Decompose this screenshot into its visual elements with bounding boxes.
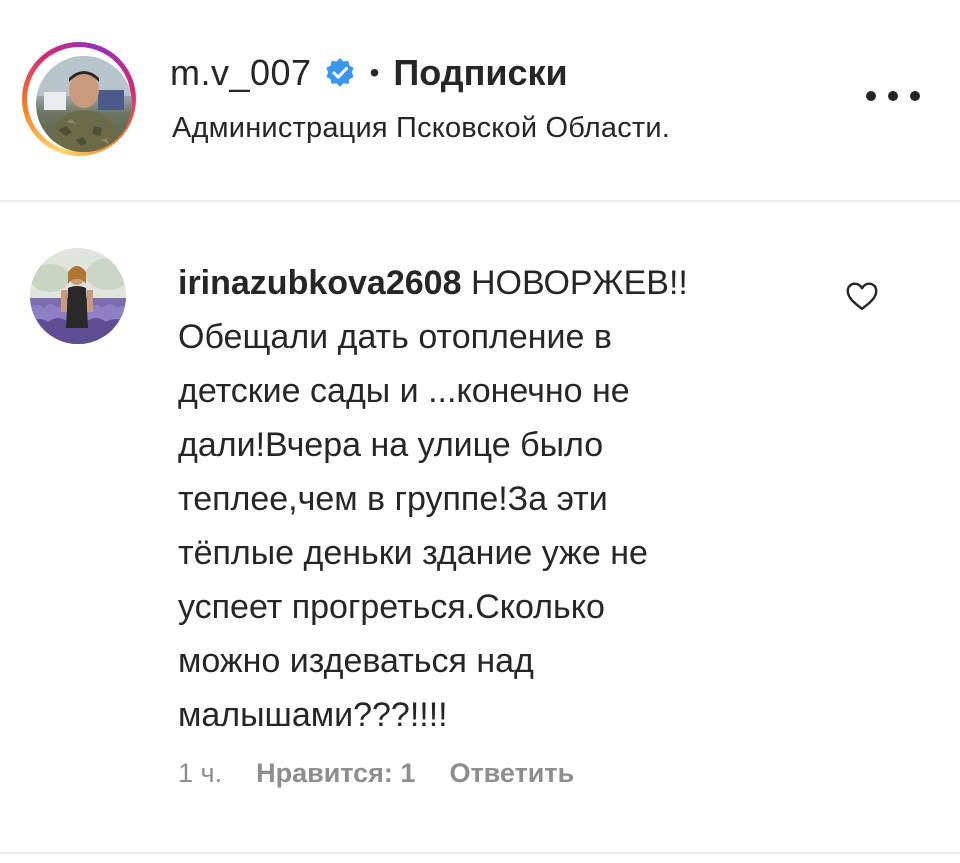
comment-line: тёплые деньки здание уже не <box>178 534 648 572</box>
comment-line: детские сады и ...конечно не <box>178 372 630 410</box>
commenter-avatar[interactable] <box>30 248 126 344</box>
comment-line: НОВОРЖЕВ!! <box>470 264 688 302</box>
story-ring[interactable] <box>22 42 136 156</box>
comment-line: можно издеваться над <box>178 642 534 680</box>
header-separator: • <box>369 57 380 88</box>
commenter-avatar-image <box>30 248 126 344</box>
comment: irinazubkova2608 НОВОРЖЕВ!! Обещали дать… <box>0 202 960 862</box>
comment-line: малышами???!!!! <box>178 696 448 734</box>
author-username[interactable]: m.v_007 <box>170 52 312 94</box>
author-avatar[interactable] <box>36 56 132 152</box>
post-header: m.v_007 • Подписки Администрация Псковск… <box>0 0 960 202</box>
comment-line: успеет прогреться.Сколько <box>178 588 605 626</box>
more-dot <box>866 91 876 101</box>
author-avatar-image <box>36 56 132 152</box>
comment-line: дали!Вчера на улице было <box>178 426 604 464</box>
comment-line: Обещали дать отопление в <box>178 318 612 356</box>
like-comment-heart-icon[interactable] <box>844 278 880 314</box>
header-title-row: m.v_007 • Подписки <box>170 48 568 98</box>
comment-timestamp[interactable]: 1 ч. <box>178 758 222 789</box>
comment-likes-button[interactable]: Нравится: 1 <box>256 758 415 789</box>
comment-meta: 1 ч. Нравится: 1 Ответить <box>178 758 574 789</box>
verified-badge-icon <box>324 57 356 89</box>
more-dot <box>888 91 898 101</box>
reply-button[interactable]: Ответить <box>449 758 574 789</box>
author-location[interactable]: Администрация Псковской Области. <box>172 112 670 145</box>
more-dot <box>910 91 920 101</box>
following-button[interactable]: Подписки <box>393 52 567 94</box>
more-options-icon[interactable] <box>866 84 920 108</box>
comment-first-line: irinazubkova2608 НОВОРЖЕВ!! <box>178 256 778 310</box>
comment-text: irinazubkova2608 НОВОРЖЕВ!! Обещали дать… <box>178 256 778 742</box>
commenter-username[interactable]: irinazubkova2608 <box>178 264 461 302</box>
bottom-divider <box>0 852 960 854</box>
comment-line: теплее,чем в группе!За эти <box>178 480 608 518</box>
